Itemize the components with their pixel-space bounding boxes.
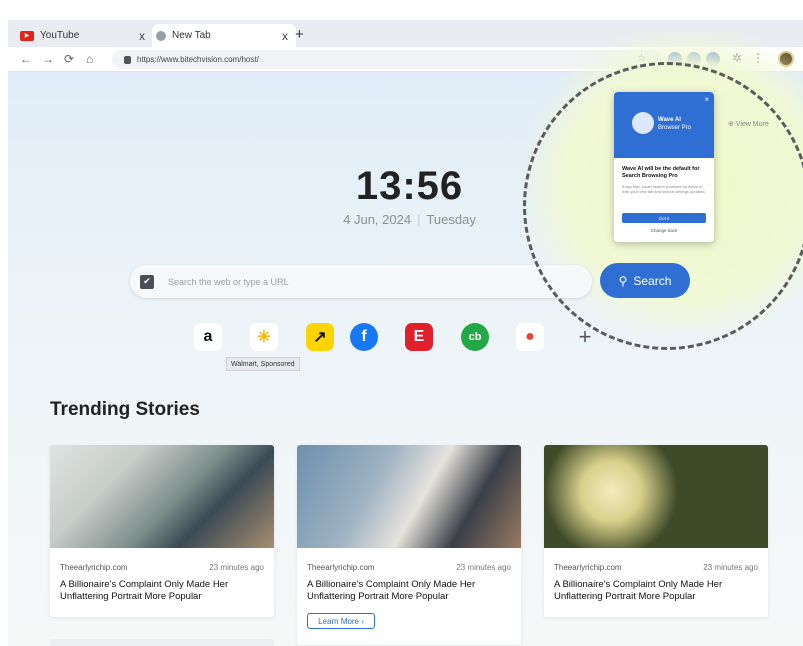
amazon-icon: a bbox=[203, 328, 213, 345]
search-engine-icon: ✔ bbox=[140, 274, 154, 289]
story-title[interactable]: A Billionaire's Complaint Only Made Her … bbox=[307, 579, 519, 603]
shortcut-bar: a ✳ ↗ f E cb ● + bbox=[194, 323, 594, 353]
url-text: https://www.bitechvision.com/host/ bbox=[137, 55, 259, 64]
new-tab-page: ⊕ View More 13:56 4 Jun, 2024 | Tuesday ✔ … bbox=[8, 32, 803, 646]
popup-brand: Wave AI Browser Pro bbox=[658, 116, 691, 132]
search-input[interactable]: ✔ Search the web or type a URL bbox=[130, 265, 592, 298]
wave-ai-logo-icon bbox=[632, 112, 654, 134]
trending-heading: Trending Stories bbox=[50, 399, 200, 420]
close-icon[interactable]: × bbox=[704, 95, 709, 104]
facebook-icon: f bbox=[361, 328, 367, 345]
map-pin-icon: ● bbox=[525, 328, 535, 345]
shortcut-arrow-app[interactable]: ↗ bbox=[306, 323, 334, 351]
popup-brand-sub: Browser Pro bbox=[658, 125, 692, 131]
story-title[interactable]: A Billionaire's Complaint Only Made Her … bbox=[60, 579, 272, 603]
walmart-icon: ✳ bbox=[257, 329, 271, 346]
arrow-app-icon: ↗ bbox=[313, 329, 327, 346]
popup-title: Wave AI will be the default for Search B… bbox=[622, 166, 700, 179]
shortcut-cashback[interactable]: cb bbox=[461, 323, 489, 351]
story-card[interactable]: Theearlyrichip.com 23 minutes ago A Bill… bbox=[544, 445, 768, 617]
story-title[interactable]: A Billionaire's Complaint Only Made Her … bbox=[554, 579, 766, 603]
popup-brand-name: Wave AI bbox=[658, 117, 681, 123]
story-time: 23 minutes ago bbox=[456, 563, 511, 572]
date-text: 4 Jun, 2024 bbox=[343, 212, 412, 227]
close-icon[interactable]: x bbox=[282, 29, 288, 43]
shortcut-amazon[interactable]: a bbox=[194, 323, 222, 351]
popup-body: Enjoy fast, smart search powered by Wave… bbox=[622, 184, 706, 194]
home-icon[interactable]: ⌂ bbox=[86, 52, 93, 66]
story-card[interactable]: Theearlyrichip.com 23 minutes ago A Bill… bbox=[297, 445, 521, 645]
story-time: 23 minutes ago bbox=[209, 563, 264, 572]
story-image bbox=[544, 445, 768, 548]
date-separator: | bbox=[417, 212, 421, 227]
youtube-icon: ▶ bbox=[20, 30, 34, 41]
reload-icon[interactable]: ⟳ bbox=[64, 52, 74, 66]
story-card-partial[interactable] bbox=[50, 639, 274, 646]
story-time: 23 minutes ago bbox=[703, 563, 758, 572]
tab-label: YouTube bbox=[40, 30, 80, 41]
popup-primary-button[interactable]: Got it bbox=[622, 213, 706, 223]
story-card[interactable]: Theearlyrichip.com 23 minutes ago A Bill… bbox=[50, 445, 274, 617]
cashback-icon: cb bbox=[468, 331, 482, 343]
story-source: Theearlyrichip.com bbox=[60, 563, 128, 572]
weekday-text: Tuesday bbox=[426, 212, 476, 227]
e-shop-icon: E bbox=[413, 328, 425, 345]
shortcut-maps[interactable]: ● bbox=[516, 323, 544, 351]
shortcut-e-shop[interactable]: E bbox=[405, 323, 433, 351]
browser-window: ▶ YouTube x New Tab x + ← → ⟳ ⌂ https://… bbox=[8, 20, 803, 646]
back-icon[interactable]: ← bbox=[20, 52, 32, 66]
shortcut-facebook[interactable]: f bbox=[350, 323, 378, 351]
tab-label: New Tab bbox=[172, 30, 211, 41]
forward-icon[interactable]: → bbox=[42, 52, 54, 66]
story-source: Theearlyrichip.com bbox=[307, 563, 375, 572]
new-tab-button[interactable]: + bbox=[295, 26, 304, 43]
story-image bbox=[50, 445, 274, 548]
popup-header: × Wave AI Browser Pro bbox=[614, 92, 714, 158]
tab-new-tab[interactable]: New Tab x bbox=[152, 24, 296, 47]
story-source: Theearlyrichip.com bbox=[554, 563, 622, 572]
shortcut-walmart[interactable]: ✳ bbox=[250, 323, 278, 351]
close-icon[interactable]: x bbox=[139, 29, 145, 43]
search-placeholder: Search the web or type a URL bbox=[168, 276, 289, 287]
globe-icon bbox=[156, 30, 166, 41]
popup-secondary-link[interactable]: Change back bbox=[614, 228, 714, 233]
story-image bbox=[297, 445, 521, 548]
learn-more-label: Learn More bbox=[318, 616, 360, 626]
extension-popup: × Wave AI Browser Pro Wave AI will be the… bbox=[614, 92, 714, 242]
lock-icon bbox=[124, 55, 131, 64]
tab-youtube[interactable]: ▶ YouTube x bbox=[16, 24, 153, 47]
shortcut-tooltip: Walmart, Sponsored bbox=[226, 357, 300, 371]
learn-more-button[interactable]: Learn More › bbox=[307, 613, 375, 629]
